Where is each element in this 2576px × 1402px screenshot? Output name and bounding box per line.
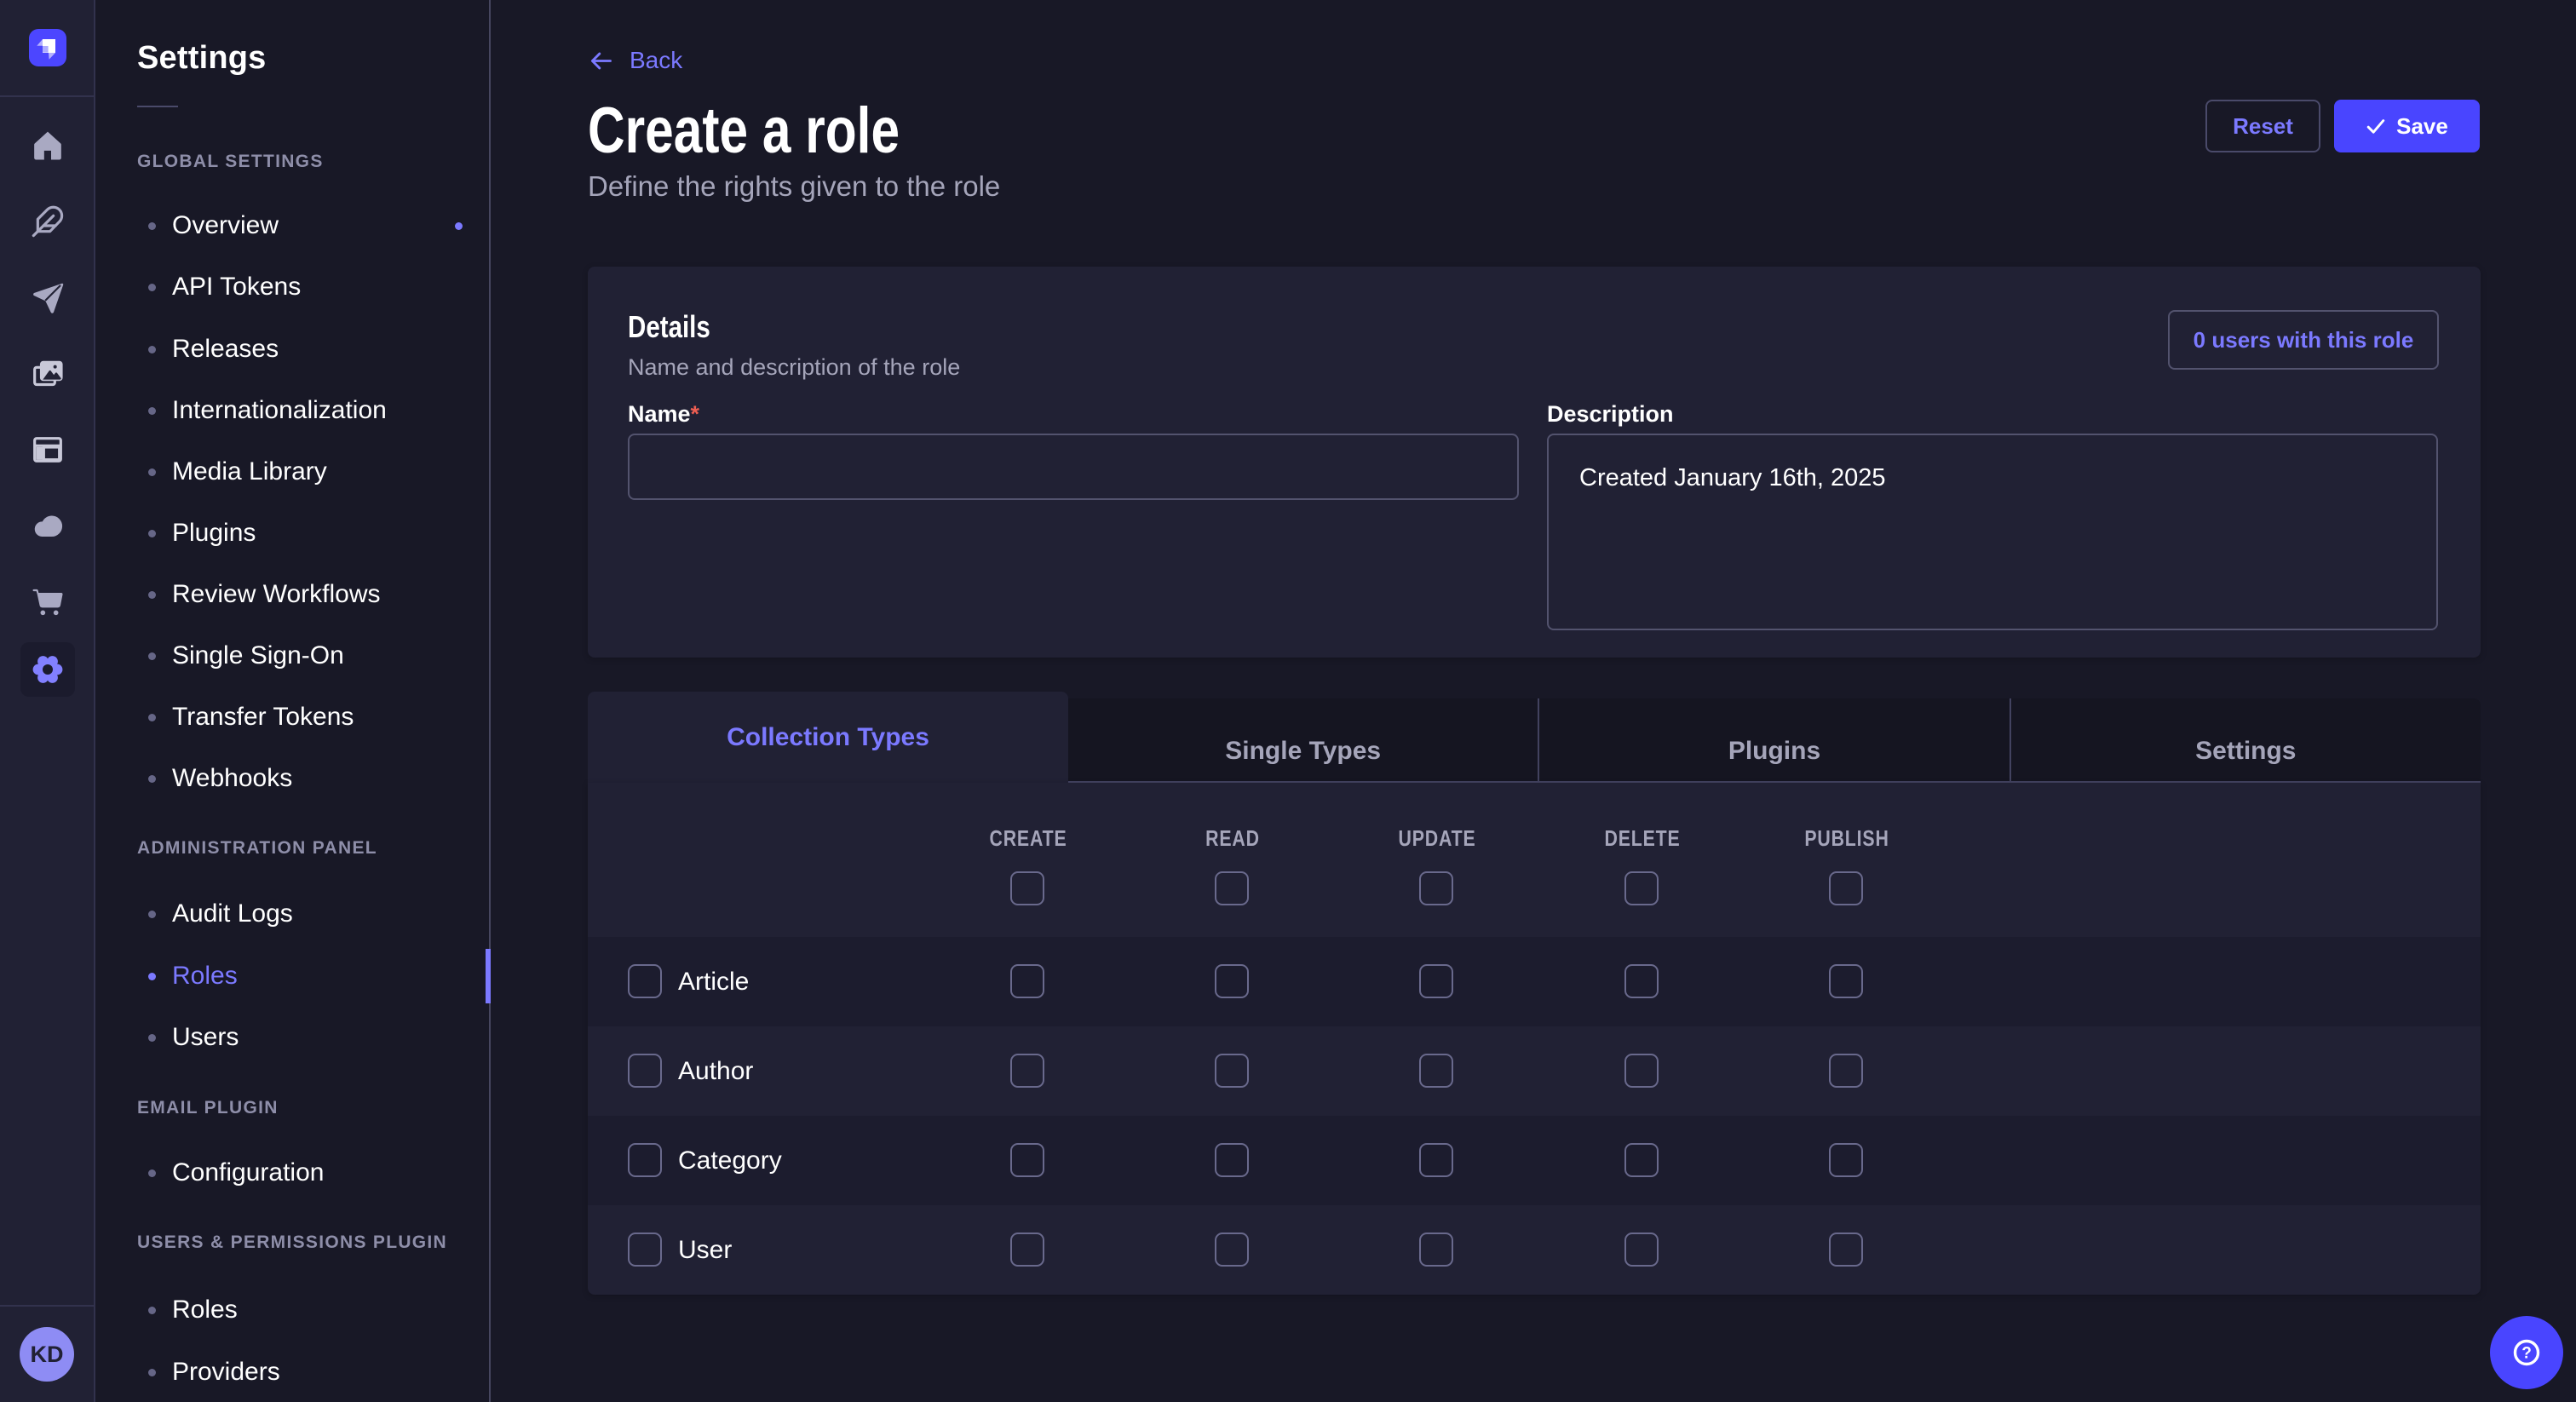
svg-text:?: ? xyxy=(2521,1345,2532,1363)
